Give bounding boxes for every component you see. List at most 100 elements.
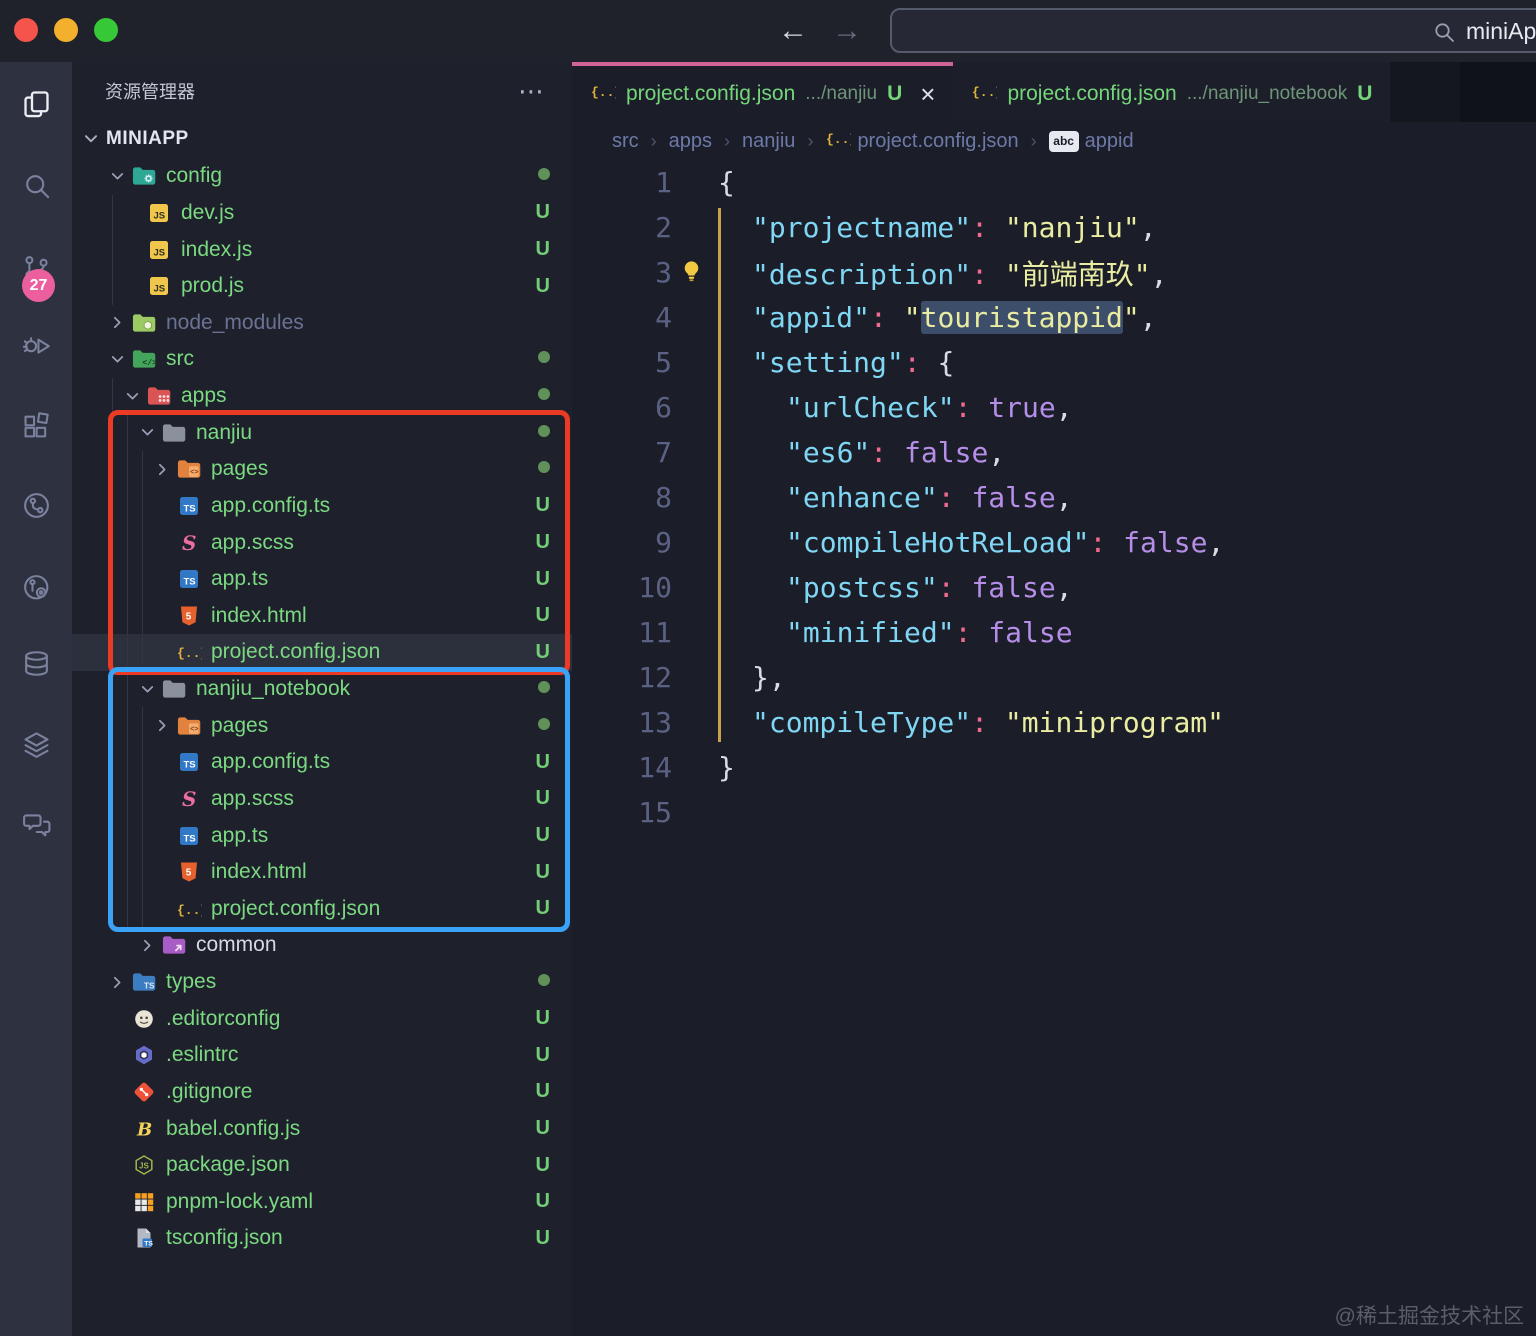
tree-item-pages[interactable]: <>pages [72,451,572,488]
tree-item-node_modules[interactable]: node_modules [72,305,572,342]
tab-title: project.config.json [1007,82,1176,106]
activity-search-button[interactable] [0,155,72,215]
activity-extensions-button[interactable] [0,395,72,455]
back-arrow-icon[interactable]: ← [778,12,808,50]
tree-item-index.html[interactable]: 5index.htmlU [72,854,572,891]
line-number: 8 [572,481,672,514]
tree-item-types[interactable]: TStypes [72,964,572,1001]
tree-item-pages[interactable]: <>pages [72,707,572,744]
tree-item-app.ts[interactable]: TSapp.tsU [72,817,572,854]
breadcrumb-label: appid [1085,130,1134,153]
tree-item-src[interactable]: </>src [72,341,572,378]
tree-item-index.html[interactable]: 5index.htmlU [72,598,572,635]
activity-layers-button[interactable] [0,714,72,774]
extensions-icon [21,410,52,441]
layers-icon [21,729,52,760]
tree-item-.gitignore[interactable]: .gitignoreU [72,1074,572,1111]
svg-text:S: S [182,531,196,555]
tree-item-config[interactable]: config [72,158,572,195]
lightbulb-icon[interactable] [678,258,705,292]
svg-text:TS: TS [144,1241,153,1248]
breadcrumb-item-apps[interactable]: apps [669,130,712,153]
tree-item-nanjiu[interactable]: nanjiu [72,414,572,451]
folder-pages-icon: <> [175,456,202,482]
tree-item-label: babel.config.js [166,1117,536,1141]
breadcrumb-item-appid[interactable]: abcappid [1049,130,1134,153]
folder-src-icon: </> [130,346,157,372]
tree-item-common[interactable]: common [72,927,572,964]
tree-item-index.js[interactable]: JSindex.jsU [72,231,572,268]
svg-text:<>: <> [190,726,198,734]
tree-item-app.scss[interactable]: Sapp.scssU [72,524,572,561]
code-editor[interactable]: 1{2"projectname": "nanjiu",3"description… [572,160,1536,835]
forward-arrow-icon[interactable]: → [832,12,862,50]
chevron-right-icon [139,937,156,954]
activity-explorer-button[interactable] [0,73,72,133]
scm-pending-badge: 27 [22,269,55,302]
tree-item-app.config.ts[interactable]: TS app.config.tsU [72,744,572,781]
svg-text:TS: TS [183,760,195,771]
close-tab-icon[interactable]: × [920,79,935,110]
code-line-9: 9"compileHotReLoad": false, [572,520,1536,565]
tree-item-apps[interactable]: apps [72,378,572,415]
database-icon [21,648,52,679]
svg-text:<>: <> [190,470,198,478]
tree-item-nanjiu_notebook[interactable]: nanjiu_notebook [72,671,572,708]
tree-item-app.config.ts[interactable]: TSapp.config.tsU [72,488,572,525]
tree-item-label: project.config.json [211,897,536,921]
tree-item-package.json[interactable]: JSpackage.jsonU [72,1147,572,1184]
tree-item-.editorconfig[interactable]: .editorconfigU [72,1000,572,1037]
ts-icon: TS [175,824,202,848]
tab-nanjiu_notebook[interactable]: {..}project.config.json.../nanjiu_notebo… [953,62,1390,122]
activity-source-control-button[interactable]: 27 [0,237,72,297]
traffic-lights [14,18,118,42]
pnpm-icon [130,1190,157,1214]
breadcrumb: src›apps›nanjiu›{..}project.config.json›… [572,122,1536,160]
close-window-button[interactable] [14,18,38,42]
file-tree: configJSdev.jsUJSindex.jsUJSprod.jsUnode… [72,158,572,1257]
scss-icon: S [175,787,202,811]
more-actions-icon[interactable]: ⋯ [518,76,546,107]
code-line-14: 14} [572,745,1536,790]
svg-text:{..}: {..} [591,85,616,100]
tree-item-babel.config.js[interactable]: Bbabel.config.jsU [72,1110,572,1147]
activity-run-debug-button[interactable] [0,315,72,375]
maximize-window-button[interactable] [94,18,118,42]
tree-item-app.ts[interactable]: TSapp.tsU [72,561,572,598]
tree-item-pnpm-lock.yaml[interactable]: pnpm-lock.yamlU [72,1184,572,1221]
tree-item-project.config.json[interactable]: {..}project.config.jsonU [72,634,572,671]
breadcrumb-item-nanjiu[interactable]: nanjiu [742,130,795,153]
tree-root-miniapp[interactable]: MINIAPP [72,120,572,158]
activity-database-button[interactable] [0,633,72,693]
activity-comments-button[interactable] [0,794,72,854]
tree-item-project.config.json[interactable]: {..}project.config.jsonU [72,891,572,928]
scss-icon: S [175,531,202,555]
minimize-window-button[interactable] [54,18,78,42]
json-braces-icon: {..} [825,126,851,156]
command-center-search[interactable]: miniAp [890,8,1536,53]
tree-item-label: types [166,970,538,994]
svg-text:TS: TS [183,503,195,514]
tree-item-label: .eslintrc [166,1043,536,1067]
line-number: 4 [572,301,672,334]
svg-text:JS: JS [153,284,165,295]
tsconfig-icon: TS [130,1226,157,1250]
tree-item-dev.js[interactable]: JSdev.jsU [72,195,572,232]
tab-nanjiu[interactable]: {..}project.config.json.../nanjiuU× [572,62,953,122]
git-untracked-badge: U [536,1117,550,1140]
breadcrumb-item-project.config.json[interactable]: {..}project.config.json [825,126,1018,156]
code-line-3: 3"description": "前端南玖", [572,250,1536,295]
tree-item-tsconfig.json[interactable]: TStsconfig.jsonU [72,1220,572,1257]
activity-gitlens-inspect-button[interactable] [0,557,72,617]
tab-untracked-badge: U [887,82,902,106]
tree-item-label: app.config.ts [211,750,536,774]
tree-item-.eslintrc[interactable]: .eslintrcU [72,1037,572,1074]
activity-gitlens-button[interactable] [0,475,72,535]
tree-item-prod.js[interactable]: JSprod.jsU [72,268,572,305]
folder-pages-icon: <> [175,713,202,739]
tree-item-label: common [196,933,572,957]
breadcrumb-item-src[interactable]: src [612,130,639,153]
git-untracked-badge: U [536,751,550,774]
tree-item-app.scss[interactable]: Sapp.scssU [72,781,572,818]
chevron-down-icon [109,168,126,185]
